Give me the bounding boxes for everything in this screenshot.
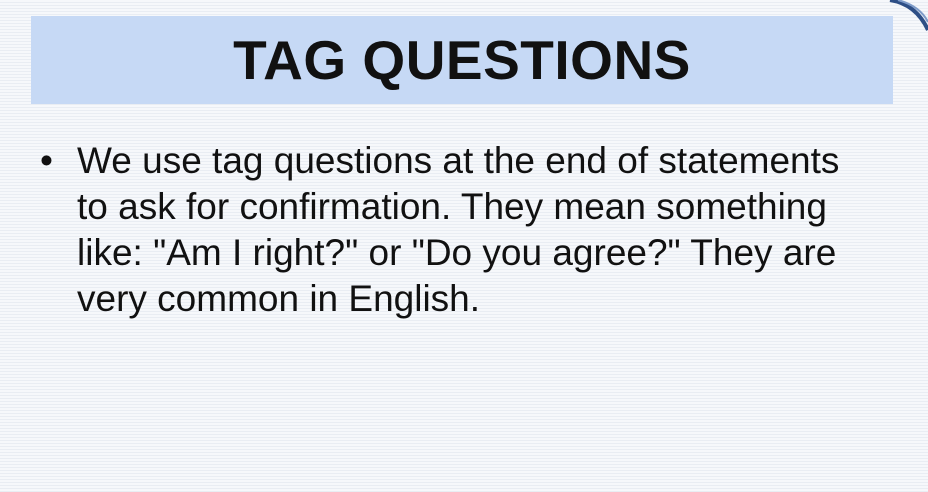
slide-title: TAG QUESTIONS <box>233 29 691 91</box>
slide: { "slide": { "title": "TAG QUESTIONS", "… <box>0 0 928 492</box>
bullet-item: • We use tag questions at the end of sta… <box>40 138 860 322</box>
bullet-marker: • <box>40 140 53 181</box>
corner-swoosh-decoration <box>889 0 928 31</box>
bullet-list: • We use tag questions at the end of sta… <box>40 138 860 322</box>
title-bar: TAG QUESTIONS <box>31 16 893 104</box>
bullet-text: We use tag questions at the end of state… <box>77 140 840 319</box>
